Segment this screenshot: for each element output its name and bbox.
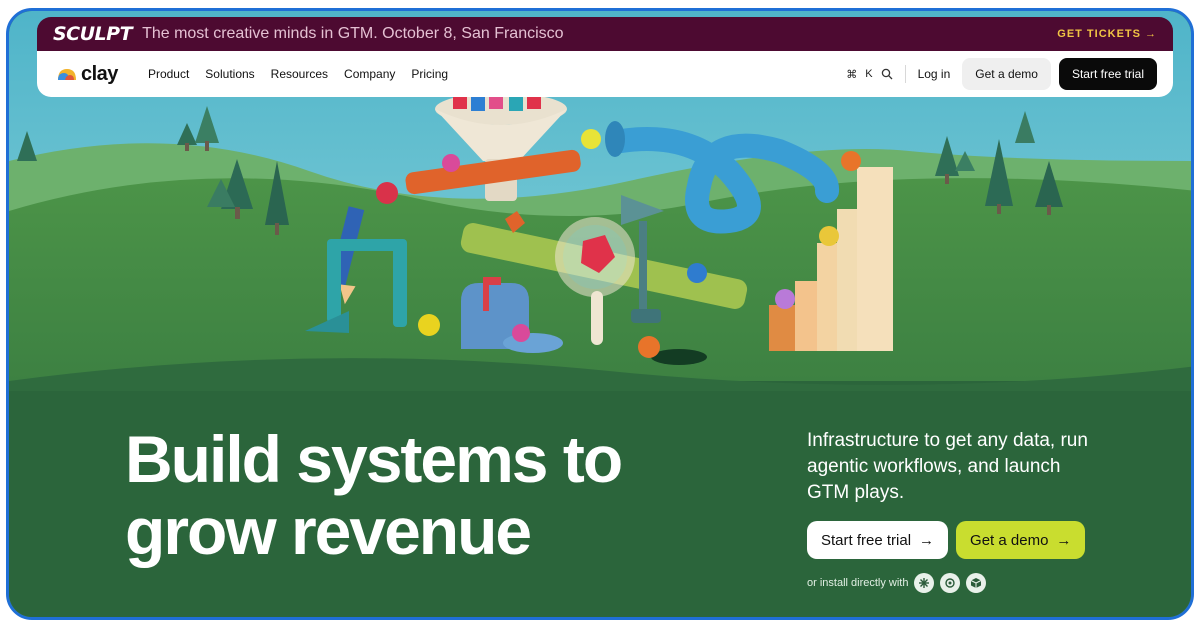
nav-divider [904,65,906,83]
arrow-right-icon: → [1056,531,1072,549]
hero-headline: Build systems to grow revenue [125,423,725,567]
start-trial-hero-button[interactable]: Start free trial → [807,521,949,559]
main-nav: clay Product Solutions Resources Company… [37,51,1173,97]
search-icon[interactable] [881,68,893,80]
nav-link-pricing[interactable]: Pricing [411,67,448,81]
nav-actions: ⌘ K Log in Get a demo Start free trial [846,58,1157,90]
nav-link-resources[interactable]: Resources [271,67,328,81]
announcement-text: The most creative minds in GTM. October … [142,25,564,42]
get-demo-hero-label: Get a demo [970,531,1049,549]
start-trial-nav-button[interactable]: Start free trial [1058,58,1157,90]
asterisk-icon[interactable] [914,573,935,593]
command-key-icon: ⌘ [846,68,858,81]
headline-line-1: Build systems to [125,422,623,496]
clay-logo-icon [58,69,76,80]
install-row: or install directly with [807,573,987,593]
sculpt-logo: SCULPT [53,23,133,45]
openai-icon[interactable] [940,573,961,593]
shortcut-k-key: K [865,68,873,80]
get-demo-nav-button[interactable]: Get a demo [962,58,1051,90]
install-text: or install directly with [807,577,909,589]
arrow-right-icon: → [1145,28,1157,40]
hero-cta-row: Start free trial → Get a demo → [807,521,1086,559]
get-tickets-label: GET TICKETS [1057,28,1141,40]
headline-line-2: grow revenue [125,494,532,568]
announcement-bar[interactable]: SCULPT The most creative minds in GTM. O… [37,17,1173,51]
nav-link-solutions[interactable]: Solutions [205,67,254,81]
login-link[interactable]: Log in [918,67,951,81]
nav-links: Product Solutions Resources Company Pric… [148,67,448,81]
get-tickets-link[interactable]: GET TICKETS → [1057,28,1157,40]
get-demo-hero-button[interactable]: Get a demo → [956,521,1086,559]
nav-link-company[interactable]: Company [344,67,395,81]
cube-icon[interactable] [966,573,987,593]
brand-name: clay [81,62,118,85]
browser-frame: SCULPT The most creative minds in GTM. O… [6,8,1194,620]
arrow-right-icon: → [919,531,935,549]
hero-subcopy: Infrastructure to get any data, run agen… [807,430,1088,503]
nav-link-product[interactable]: Product [148,67,189,81]
start-trial-hero-label: Start free trial [821,531,912,549]
clay-logo-link[interactable]: clay [57,63,118,86]
